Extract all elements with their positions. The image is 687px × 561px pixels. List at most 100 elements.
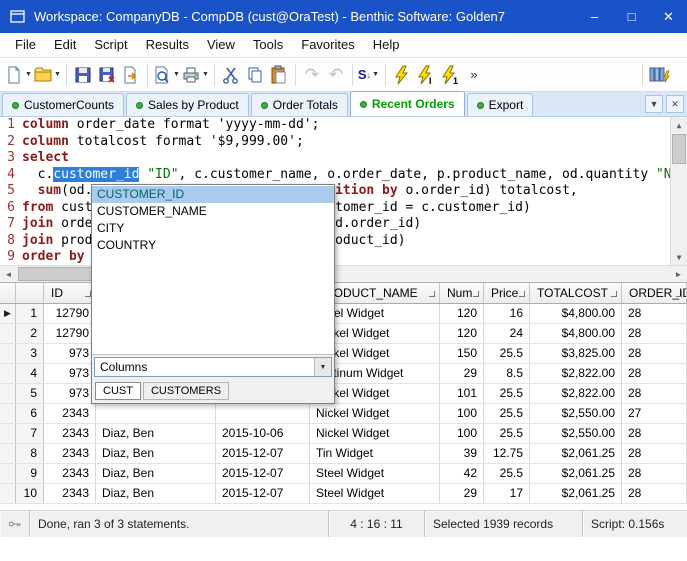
maximize-button[interactable]: □ <box>613 0 650 33</box>
table-cell[interactable]: 28 <box>622 484 687 503</box>
table-cell[interactable]: 150 <box>440 344 484 363</box>
table-cell[interactable]: 10 <box>16 484 44 503</box>
table-cell[interactable]: 101 <box>440 384 484 403</box>
undo-button[interactable]: ↶ <box>324 62 348 88</box>
column-header-price[interactable]: Price <box>484 283 530 303</box>
table-cell[interactable]: $2,550.00 <box>530 404 622 423</box>
table-cell[interactable]: 100 <box>440 404 484 423</box>
table-cell[interactable]: 120 <box>440 304 484 323</box>
table-cell[interactable]: Diaz, Ben <box>96 424 216 443</box>
menu-item-edit[interactable]: Edit <box>45 33 85 57</box>
table-cell[interactable]: 973 <box>44 344 96 363</box>
tab-recent-orders[interactable]: Recent Orders <box>349 91 465 116</box>
table-cell[interactable]: 12790 <box>44 324 96 343</box>
execute-button[interactable] <box>390 62 414 88</box>
dropdown-caret-icon[interactable]: ▼ <box>201 71 210 78</box>
table-cell[interactable]: 973 <box>44 384 96 403</box>
row-marker-cell[interactable]: ▶ <box>0 304 16 323</box>
tab-list-button[interactable]: ▼ <box>645 95 663 113</box>
table-cell[interactable]: Diaz, Ben <box>96 464 216 483</box>
execute-single-button[interactable]: 1 <box>438 62 462 88</box>
table-cell[interactable]: 8 <box>16 444 44 463</box>
table-cell[interactable]: Steel Widget <box>310 464 440 483</box>
scroll-right-icon[interactable]: ► <box>670 266 687 282</box>
popup-category-dropdown[interactable]: Columns ▼ <box>94 357 332 377</box>
row-marker-cell[interactable] <box>0 364 16 383</box>
table-cell[interactable]: 12790 <box>44 304 96 323</box>
table-cell[interactable]: 2343 <box>44 444 96 463</box>
table-cell[interactable]: 28 <box>622 324 687 343</box>
table-cell[interactable]: 2 <box>16 324 44 343</box>
menu-item-results[interactable]: Results <box>137 33 198 57</box>
row-marker-cell[interactable] <box>0 384 16 403</box>
table-cell[interactable]: $2,822.00 <box>530 384 622 403</box>
export-button[interactable] <box>119 62 143 88</box>
scroll-left-icon[interactable]: ◄ <box>0 266 17 282</box>
autocomplete-item-country[interactable]: COUNTRY <box>92 237 334 254</box>
table-cell[interactable]: 25.5 <box>484 344 530 363</box>
scroll-down-icon[interactable]: ▼ <box>671 249 687 265</box>
minimize-button[interactable]: – <box>576 0 613 33</box>
table-row[interactable]: 10 2343 Diaz, Ben 2015-12-07 Steel Widget 29 1… <box>0 484 687 504</box>
table-row[interactable]: 9 2343 Diaz, Ben 2015-12-07 Steel Widget 42 25… <box>0 464 687 484</box>
open-button[interactable]: ▼ <box>33 62 62 88</box>
table-row[interactable]: 8 2343 Diaz, Ben 2015-12-07 Tin Widget 39 12.7… <box>0 444 687 464</box>
autocomplete-item-city[interactable]: CITY <box>92 220 334 237</box>
execute-to-grid-button[interactable]: I <box>414 62 438 88</box>
table-cell[interactable]: 12.75 <box>484 444 530 463</box>
menu-item-help[interactable]: Help <box>364 33 409 57</box>
table-cell[interactable]: 28 <box>622 444 687 463</box>
table-cell[interactable]: 2343 <box>44 484 96 503</box>
tab-close-button[interactable]: ✕ <box>666 95 684 113</box>
column-header-row-indicator[interactable] <box>0 283 16 303</box>
table-cell[interactable]: $4,800.00 <box>530 324 622 343</box>
tab-customercounts[interactable]: CustomerCounts <box>2 93 125 116</box>
table-cell[interactable]: 25.5 <box>484 404 530 423</box>
table-cell[interactable]: $2,822.00 <box>530 364 622 383</box>
table-cell[interactable]: $2,061.25 <box>530 464 622 483</box>
table-cell[interactable]: 28 <box>622 304 687 323</box>
print-preview-button[interactable]: ▼ <box>152 62 181 88</box>
table-cell[interactable]: 6 <box>16 404 44 423</box>
column-header-row-number[interactable] <box>16 283 44 303</box>
table-cell[interactable]: 100 <box>440 424 484 443</box>
column-header-order-id[interactable]: ORDER_ID <box>622 283 687 303</box>
tab-order-totals[interactable]: Order Totals <box>250 93 348 116</box>
menu-item-favorites[interactable]: Favorites <box>292 33 363 57</box>
table-cell[interactable]: Steel Widget <box>310 484 440 503</box>
table-cell[interactable]: 28 <box>622 344 687 363</box>
new-button[interactable]: ▼ <box>4 62 33 88</box>
toolbar-more-button[interactable]: » <box>462 62 486 88</box>
column-header-id[interactable]: ID <box>44 283 96 303</box>
row-marker-cell[interactable] <box>0 404 16 423</box>
table-cell[interactable]: 2343 <box>44 404 96 423</box>
table-cell[interactable]: 973 <box>44 364 96 383</box>
row-marker-cell[interactable] <box>0 444 16 463</box>
table-cell[interactable]: Diaz, Ben <box>96 444 216 463</box>
tab-sales-by-product[interactable]: Sales by Product <box>126 93 249 116</box>
row-marker-cell[interactable] <box>0 324 16 343</box>
table-cell[interactable]: 29 <box>440 364 484 383</box>
save-as-button[interactable] <box>95 62 119 88</box>
cut-button[interactable] <box>219 62 243 88</box>
table-cell[interactable]: 24 <box>484 324 530 343</box>
table-cell[interactable]: 28 <box>622 424 687 443</box>
menu-item-tools[interactable]: Tools <box>244 33 292 57</box>
table-cell[interactable]: Diaz, Ben <box>96 484 216 503</box>
table-cell[interactable]: 2015-12-07 <box>216 444 310 463</box>
table-cell[interactable]: $4,800.00 <box>530 304 622 323</box>
table-cell[interactable]: 28 <box>622 364 687 383</box>
table-cell[interactable]: 2015-10-06 <box>216 424 310 443</box>
table-row[interactable]: 7 2343 Diaz, Ben 2015-10-06 Nickel Widget 100… <box>0 424 687 444</box>
scroll-up-icon[interactable]: ▲ <box>671 117 687 133</box>
table-cell[interactable]: 2015-12-07 <box>216 484 310 503</box>
table-cell[interactable]: 1 <box>16 304 44 323</box>
describe-button[interactable]: S ↓ ▼ <box>357 62 381 88</box>
fetch-all-button[interactable] <box>647 62 671 88</box>
editor-vertical-scrollbar[interactable]: ▲ ▼ <box>670 117 687 265</box>
chevron-down-icon[interactable]: ▼ <box>314 358 331 376</box>
table-cell[interactable]: Tin Widget <box>310 444 440 463</box>
row-marker-cell[interactable] <box>0 344 16 363</box>
table-cell[interactable]: 27 <box>622 404 687 423</box>
table-cell[interactable]: 8.5 <box>484 364 530 383</box>
